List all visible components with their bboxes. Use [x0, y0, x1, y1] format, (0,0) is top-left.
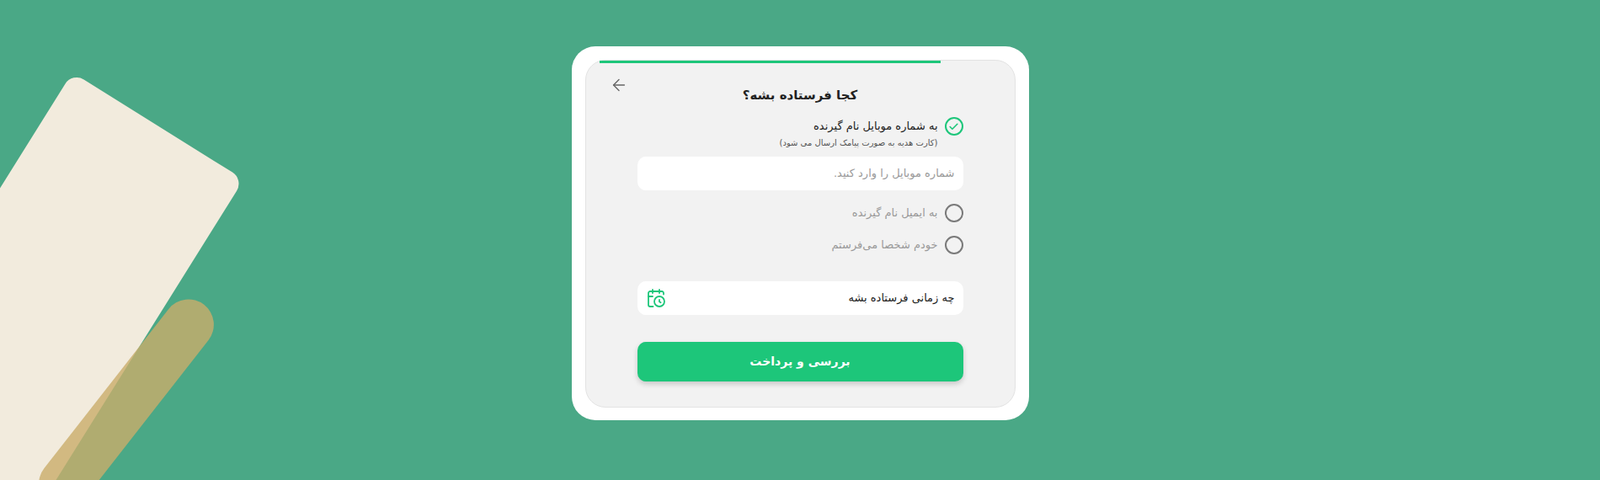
option: به شماره موبایل نام گیرنده (کارت هدیه به … [637, 117, 964, 191]
schedule-label: چه زمانی فرستاده بشه [848, 289, 955, 307]
submit-button[interactable]: بررسی و پرداخت [637, 341, 964, 382]
progress-track [599, 60, 1002, 64]
back-button[interactable] [608, 74, 630, 96]
radio-empty-icon[interactable] [944, 203, 964, 223]
title: کجا فرستاده بشه؟ [637, 86, 964, 104]
option: خودم شخصا می‌فرستم [637, 235, 964, 255]
option: به ایمیل نام گیرنده [637, 203, 964, 223]
schedule-field[interactable]: چه زمانی فرستاده بشه [637, 281, 964, 315]
mobile-input[interactable] [637, 156, 964, 191]
radio-empty-icon[interactable] [944, 235, 964, 255]
arrow-left-icon [609, 75, 629, 95]
page: کجا فرستاده بشه؟ به شماره موبایل نام گیرن… [0, 0, 1600, 480]
form: کجا فرستاده بشه؟ به شماره موبایل نام گیرن… [586, 63, 1015, 382]
radio-checked-icon[interactable] [944, 117, 964, 136]
option-row[interactable]: به ایمیل نام گیرنده [637, 203, 964, 223]
option-label: به شماره موبایل نام گیرنده [813, 118, 938, 134]
option-row[interactable]: خودم شخصا می‌فرستم [637, 235, 964, 255]
option-label: خودم شخصا می‌فرستم [831, 237, 938, 253]
calendar-icon [645, 288, 667, 309]
option-note: (کارت هدیه به صورت پیامک ارسال می شود) [637, 137, 939, 150]
progress-fill [599, 60, 941, 64]
option-label: به ایمیل نام گیرنده [852, 205, 939, 221]
panel: کجا فرستاده بشه؟ به شماره موبایل نام گیرن… [585, 59, 1016, 408]
card: کجا فرستاده بشه؟ به شماره موبایل نام گیرن… [571, 46, 1030, 421]
option-list: به شماره موبایل نام گیرنده (کارت هدیه به … [637, 117, 964, 255]
option-row[interactable]: به شماره موبایل نام گیرنده [637, 117, 964, 136]
check-icon [948, 121, 960, 133]
